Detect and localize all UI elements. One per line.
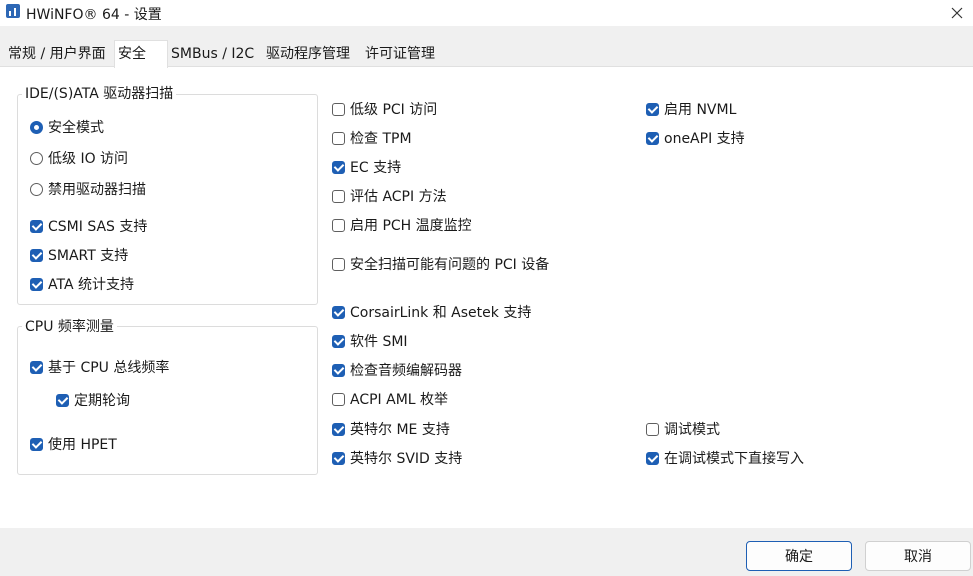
checkbox-cpu-bus-freq[interactable]: 基于 CPU 总线频率 [30,357,169,377]
checkbox-low-level-pci-label: 低级 PCI 访问 [350,102,438,118]
tab-strip: 常规 / 用户界面 安全 SMBus / I2C 驱动程序管理 许可证管理 [0,40,973,68]
checkbox-corsairlink-asetek[interactable]: CorsairLink 和 Asetek 支持 [332,302,531,322]
close-icon [951,7,962,19]
checkbox-audio-codec-box[interactable] [332,363,345,377]
radio-disable-drive-scan-label: 禁用驱动器扫描 [48,182,146,198]
checkbox-intel-svid-box[interactable] [332,451,345,465]
checkbox-use-hpet-box[interactable] [30,437,43,451]
checkbox-use-hpet[interactable]: 使用 HPET [30,434,117,454]
checkbox-low-level-pci[interactable]: 低级 PCI 访问 [332,99,437,119]
checkbox-corsairlink-asetek-label: CorsairLink 和 Asetek 支持 [350,305,532,321]
checkbox-smart[interactable]: SMART 支持 [30,245,128,265]
radio-safe-mode[interactable]: 安全模式 [30,117,104,137]
close-button[interactable] [940,0,973,26]
checkbox-intel-svid[interactable]: 英特尔 SVID 支持 [332,448,462,468]
checkbox-ec-support-label: EC 支持 [350,160,402,176]
checkbox-safe-scan-pci-label: 安全扫描可能有问题的 PCI 设备 [350,257,550,273]
checkbox-intel-me[interactable]: 英特尔 ME 支持 [332,419,450,439]
radio-low-level-io[interactable]: 低级 IO 访问 [30,148,128,168]
checkbox-ata-stats[interactable]: ATA 统计支持 [30,274,134,294]
checkbox-periodic-polling-box[interactable] [56,393,69,407]
checkbox-debug-direct-write-box[interactable] [646,451,659,465]
checkbox-pch-temp-label: 启用 PCH 温度监控 [350,218,472,234]
tab-security[interactable]: 安全 [114,40,168,68]
checkbox-intel-svid-label: 英特尔 SVID 支持 [350,451,463,467]
checkbox-acpi-aml[interactable]: ACPI AML 枚举 [332,389,448,409]
checkbox-use-hpet-label: 使用 HPET [48,437,117,453]
checkbox-oneapi[interactable]: oneAPI 支持 [646,128,745,148]
checkbox-software-smi-label: 软件 SMI [350,334,408,350]
checkbox-debug-mode[interactable]: 调试模式 [646,419,720,439]
checkbox-ata-stats-label: ATA 统计支持 [48,277,134,293]
checkbox-safe-scan-pci-box[interactable] [332,257,345,271]
checkbox-enable-nvml[interactable]: 启用 NVML [646,99,736,119]
ide-sata-group-title: IDE/(S)ATA 驱动器扫描 [22,83,177,103]
checkbox-csmi-sas-box[interactable] [30,219,43,233]
radio-low-level-io-indicator[interactable] [30,151,43,165]
radio-safe-mode-label: 安全模式 [48,120,104,136]
checkbox-periodic-polling[interactable]: 定期轮询 [56,390,130,410]
checkbox-audio-codec-label: 检查音频编解码器 [350,363,462,379]
checkbox-acpi-aml-label: ACPI AML 枚举 [350,392,449,408]
checkbox-evaluate-acpi-label: 评估 ACPI 方法 [350,189,447,205]
checkbox-periodic-polling-label: 定期轮询 [74,393,130,409]
checkbox-intel-me-box[interactable] [332,422,345,436]
checkbox-software-smi[interactable]: 软件 SMI [332,331,408,351]
checkbox-safe-scan-pci[interactable]: 安全扫描可能有问题的 PCI 设备 [332,254,549,274]
checkbox-enable-nvml-label: 启用 NVML [664,102,737,118]
radio-low-level-io-label: 低级 IO 访问 [48,151,129,167]
checkbox-acpi-aml-box[interactable] [332,392,345,406]
tab-smbus[interactable]: SMBus / I2C [168,44,257,66]
checkbox-check-tpm-label: 检查 TPM [350,131,412,147]
radio-safe-mode-indicator[interactable] [30,120,43,134]
checkbox-check-tpm[interactable]: 检查 TPM [332,128,412,148]
window-title: HWiNFO® 64 - 设置 [26,7,162,23]
hwinfo-app-icon [6,4,20,18]
checkbox-csmi-sas-label: CSMI SAS 支持 [48,219,148,235]
checkbox-debug-direct-write[interactable]: 在调试模式下直接写入 [646,448,804,468]
checkbox-cpu-bus-freq-box[interactable] [30,360,43,374]
checkbox-oneapi-box[interactable] [646,131,659,145]
checkbox-software-smi-box[interactable] [332,334,345,348]
checkbox-intel-me-label: 英特尔 ME 支持 [350,422,450,438]
checkbox-low-level-pci-box[interactable] [332,102,345,116]
checkbox-audio-codec[interactable]: 检查音频编解码器 [332,360,462,380]
settings-panel: IDE/(S)ATA 驱动器扫描 安全模式 低级 IO 访问 禁用驱动器扫描 C… [0,66,973,528]
cancel-button[interactable]: 取消 [865,541,971,571]
tab-driver-management[interactable]: 驱动程序管理 [263,44,353,66]
checkbox-smart-box[interactable] [30,248,43,262]
checkbox-pch-temp-box[interactable] [332,218,345,232]
ok-button[interactable]: 确定 [746,541,852,571]
checkbox-ata-stats-box[interactable] [30,277,43,291]
checkbox-debug-mode-label: 调试模式 [664,422,720,438]
checkbox-check-tpm-box[interactable] [332,131,345,145]
checkbox-corsairlink-asetek-box[interactable] [332,305,345,319]
tab-general-ui[interactable]: 常规 / 用户界面 [5,44,109,66]
checkbox-csmi-sas[interactable]: CSMI SAS 支持 [30,216,147,236]
checkbox-smart-label: SMART 支持 [48,248,129,264]
checkbox-ec-support-box[interactable] [332,160,345,174]
checkbox-evaluate-acpi[interactable]: 评估 ACPI 方法 [332,186,447,206]
checkbox-evaluate-acpi-box[interactable] [332,189,345,203]
radio-disable-drive-scan-indicator[interactable] [30,182,43,196]
checkbox-pch-temp[interactable]: 启用 PCH 温度监控 [332,215,472,235]
checkbox-cpu-bus-freq-label: 基于 CPU 总线频率 [48,360,170,376]
checkbox-oneapi-label: oneAPI 支持 [664,131,745,147]
checkbox-debug-mode-box[interactable] [646,422,659,436]
checkbox-ec-support[interactable]: EC 支持 [332,157,401,177]
tab-license-management[interactable]: 许可证管理 [362,44,438,66]
radio-disable-drive-scan[interactable]: 禁用驱动器扫描 [30,179,146,199]
cpu-group-title: CPU 频率测量 [22,316,117,336]
title-bar: HWiNFO® 64 - 设置 [0,0,973,26]
checkbox-debug-direct-write-label: 在调试模式下直接写入 [664,451,804,467]
checkbox-enable-nvml-box[interactable] [646,102,659,116]
